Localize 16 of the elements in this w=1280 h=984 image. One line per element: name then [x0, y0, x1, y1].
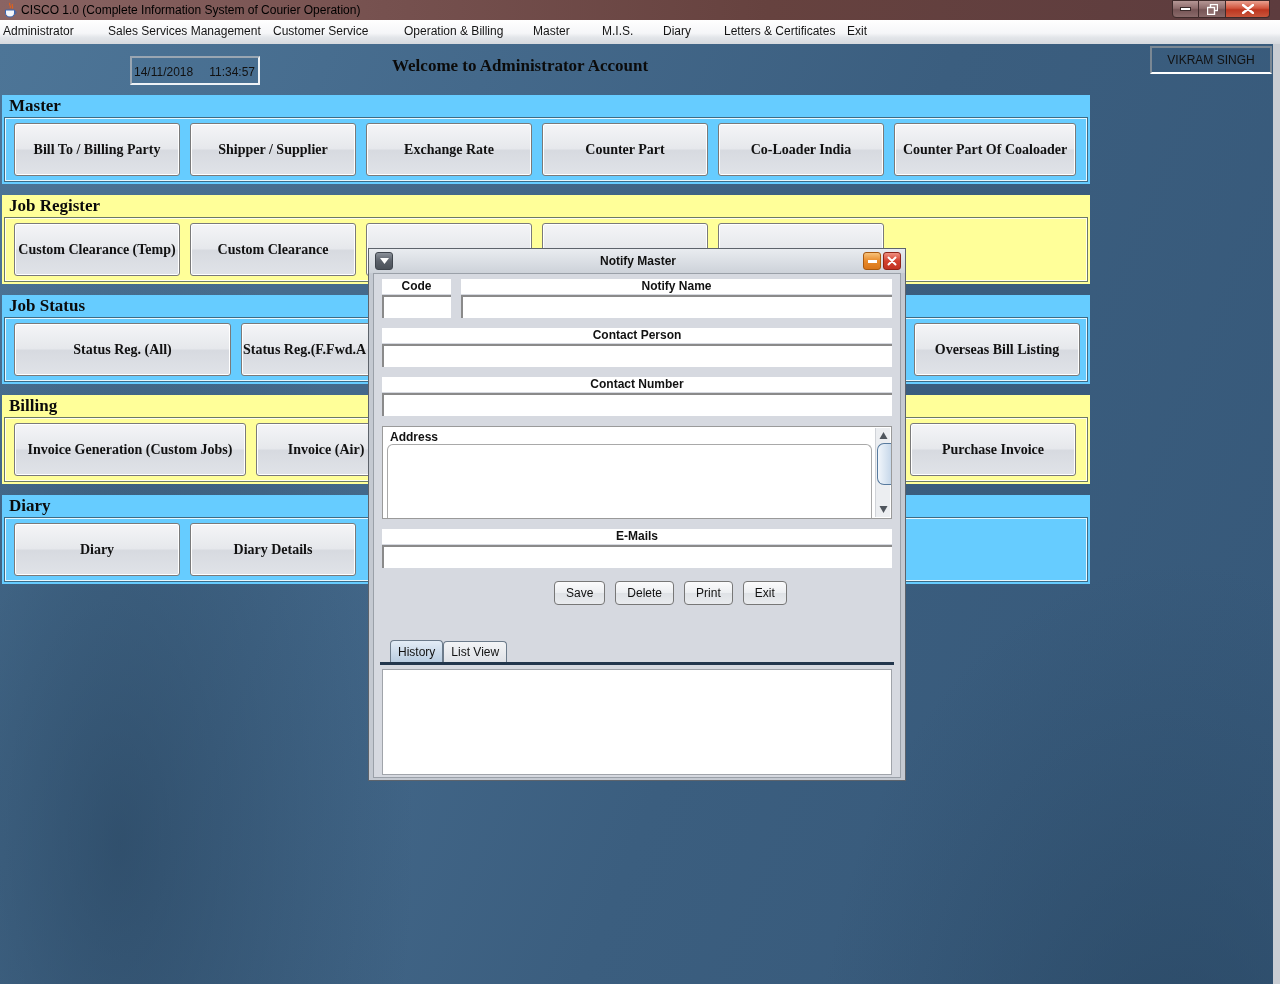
window-title: CISCO 1.0 (Complete Information System of Courier Operation) [21, 2, 361, 19]
date-text: 14/11/2018 [134, 65, 194, 79]
field-label: Contact Person [382, 328, 892, 343]
welcome-heading: Welcome to Administrator Account [392, 56, 649, 76]
field-label: Code [382, 279, 451, 294]
user-name-label: VIKRAM SINGH [1150, 46, 1272, 74]
section-title: Job Status [9, 295, 86, 317]
section-title: Job Register [9, 195, 101, 217]
section-title: Master [9, 95, 61, 117]
section-title: Diary [9, 495, 51, 517]
section-title: Billing [9, 395, 58, 417]
field-label: Contact Number [382, 377, 892, 392]
dialog-title: Notify Master [600, 254, 676, 268]
field-label: Notify Name [461, 279, 892, 294]
field-label: E-Mails [382, 529, 892, 544]
time-text: 11:34:57 [209, 65, 255, 79]
